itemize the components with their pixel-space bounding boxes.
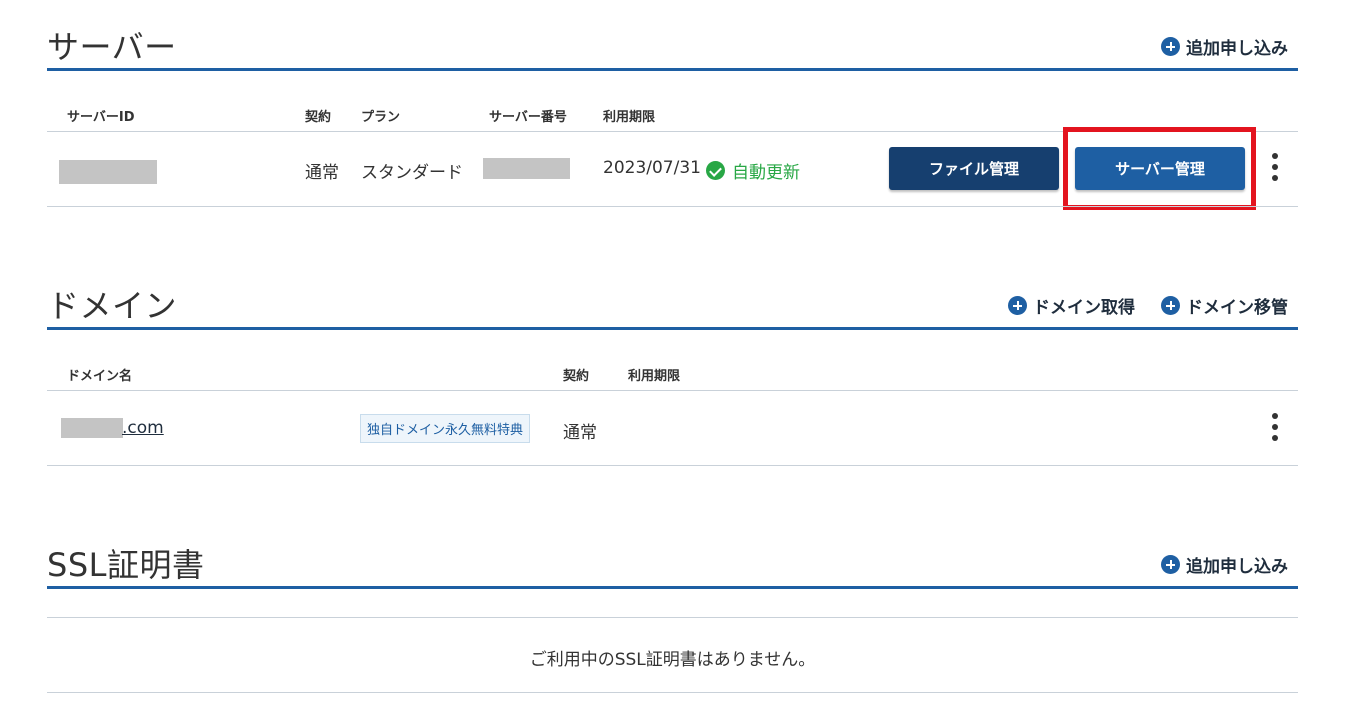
server-add-label: 追加申し込み	[1186, 39, 1288, 59]
col-server-expiry: 利用期限	[603, 110, 656, 125]
plus-circle-icon	[1161, 555, 1180, 574]
server-menu-icon[interactable]	[1269, 153, 1281, 183]
col-domain-contract: 契約	[563, 369, 590, 384]
domain-section-actions: ドメイン取得 ドメイン移管	[1008, 293, 1288, 318]
domain-menu-icon[interactable]	[1269, 413, 1281, 443]
domain-contract: 通常	[563, 423, 597, 443]
col-server-number: サーバー番号	[489, 110, 567, 125]
domain-section-title: ドメイン	[47, 287, 178, 325]
server-expiry: 2023/07/31	[603, 158, 701, 178]
page: サーバー 追加申し込み サーバーID 契約 プラン サーバー番号 利用期限 通常…	[0, 0, 1356, 723]
plus-circle-icon	[1008, 296, 1027, 315]
plus-circle-icon	[1161, 296, 1180, 315]
domain-name-redacted	[61, 418, 123, 438]
col-domain-name: ドメイン名	[67, 369, 133, 384]
server-section-title: サーバー	[47, 28, 177, 66]
server-id-redacted	[59, 160, 157, 184]
ssl-section-actions: 追加申し込み	[1161, 552, 1288, 577]
server-section-actions: 追加申し込み	[1161, 34, 1288, 59]
highlight-box	[1063, 127, 1256, 210]
domain-acquire-link[interactable]: ドメイン取得	[1008, 293, 1135, 318]
ssl-add-label: 追加申し込み	[1186, 557, 1288, 577]
server-number-redacted	[483, 158, 570, 179]
check-circle-icon	[706, 161, 725, 180]
ssl-section-title: SSL証明書	[47, 546, 205, 584]
server-add-link[interactable]: 追加申し込み	[1161, 34, 1288, 59]
ssl-section-header: SSL証明書 追加申し込み	[47, 528, 1298, 589]
plus-circle-icon	[1161, 37, 1180, 56]
col-server-contract: 契約	[305, 110, 332, 125]
file-manager-button[interactable]: ファイル管理	[889, 147, 1059, 190]
server-section-header: サーバー 追加申し込み	[47, 10, 1298, 71]
divider	[47, 617, 1298, 618]
divider	[47, 206, 1298, 207]
domain-acquire-label: ドメイン取得	[1033, 298, 1135, 318]
divider	[47, 465, 1298, 466]
free-domain-tag: 独自ドメイン永久無料特典	[360, 414, 531, 443]
ssl-add-link[interactable]: 追加申し込み	[1161, 552, 1288, 577]
col-server-plan: プラン	[361, 110, 401, 125]
ssl-empty-message: ご利用中のSSL証明書はありません。	[529, 650, 816, 670]
domain-name-link[interactable]: .com	[122, 418, 164, 438]
domain-transfer-label: ドメイン移管	[1186, 298, 1288, 318]
domain-transfer-link[interactable]: ドメイン移管	[1161, 293, 1288, 318]
auto-renew-status: 自動更新	[706, 158, 800, 183]
auto-renew-label: 自動更新	[732, 163, 800, 183]
col-domain-expiry: 利用期限	[628, 369, 681, 384]
divider	[47, 390, 1298, 391]
divider	[47, 692, 1298, 693]
server-plan: スタンダード	[361, 163, 463, 183]
domain-section-header: ドメイン ドメイン取得 ドメイン移管	[47, 269, 1298, 330]
col-server-id: サーバーID	[67, 110, 135, 125]
server-contract: 通常	[305, 163, 339, 183]
